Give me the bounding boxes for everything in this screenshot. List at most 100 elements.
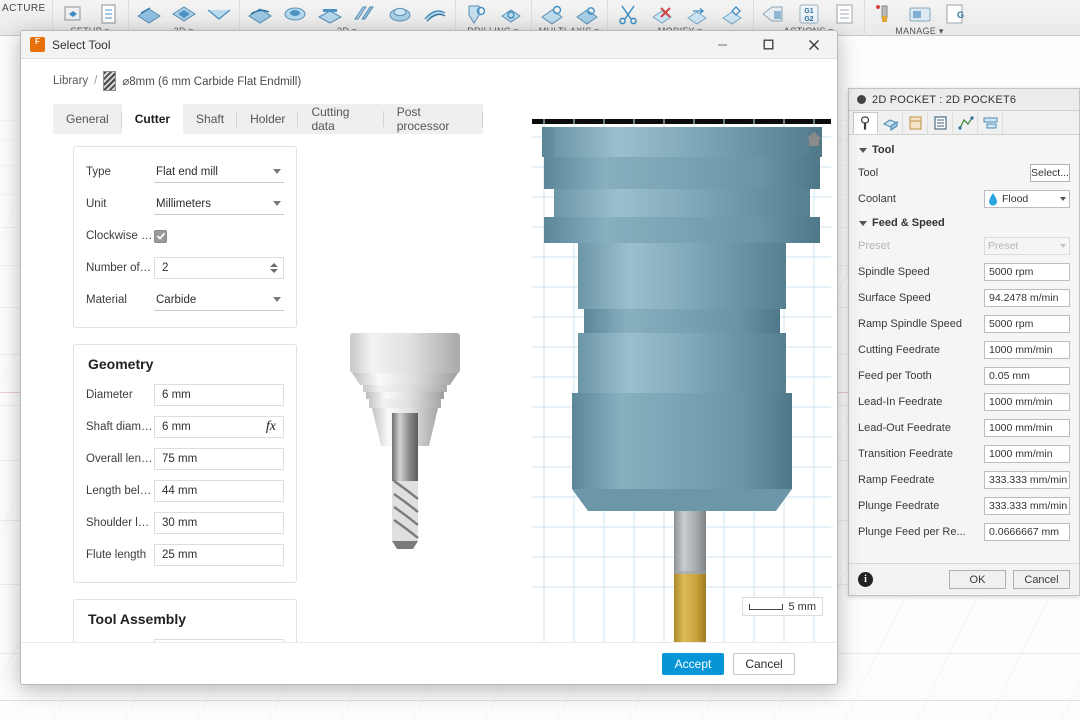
feed-row-value[interactable]: 5000 rpm	[984, 263, 1070, 281]
field-input[interactable]: 106.8396 mm fx	[154, 639, 284, 642]
material-select[interactable]: Carbide	[154, 290, 284, 311]
tab-heights[interactable]	[903, 111, 928, 134]
tab-general[interactable]: General	[53, 104, 122, 134]
delete-icon[interactable]	[648, 2, 678, 26]
tool-section-header[interactable]: Tool	[849, 139, 1079, 160]
rows-row: Shoulder l… 30 mm	[86, 507, 284, 539]
scale-bar: 5 mm	[741, 597, 823, 616]
g-code-icon[interactable]: G1 G2	[794, 2, 824, 26]
dialog-cancel-button[interactable]: Cancel	[733, 652, 795, 675]
stepper-down-icon[interactable]	[270, 269, 278, 273]
tab-shaft[interactable]: Shaft	[183, 104, 238, 134]
field-input[interactable]: 25 mm	[154, 544, 284, 566]
field-value: 75 mm	[162, 453, 198, 465]
setup-sheet-icon[interactable]	[829, 2, 859, 26]
feed-row-value[interactable]: 0.0666667 mm	[984, 523, 1070, 541]
machine-library-icon[interactable]	[905, 2, 935, 26]
stepper-up-icon[interactable]	[270, 263, 278, 267]
scale-bar-label: 5 mm	[788, 600, 817, 613]
field-label: Overall len…	[86, 453, 153, 465]
minimize-button[interactable]	[699, 31, 745, 59]
operation-tab-strip	[849, 111, 1079, 135]
field-value: 25 mm	[162, 549, 198, 561]
pocket-3d-icon[interactable]	[280, 2, 310, 26]
unit-value: Millimeters	[156, 197, 211, 210]
preset-select[interactable]: Preset	[984, 237, 1070, 255]
heights-icon	[908, 115, 922, 130]
pocket-2d-icon[interactable]	[169, 2, 199, 26]
ok-button[interactable]: OK	[949, 570, 1006, 589]
operation-title-text: 2D POCKET : 2D POCKET6	[872, 93, 1017, 106]
home-icon[interactable]	[805, 131, 823, 147]
adaptive-3d-icon[interactable]	[245, 2, 275, 26]
field-input[interactable]: 6 mm	[154, 384, 284, 406]
simulate-icon[interactable]	[759, 2, 789, 26]
feed-row-value[interactable]: 1000 mm/min	[984, 419, 1070, 437]
field-input[interactable]: 6 mm fx	[154, 416, 284, 438]
rows-row: Diameter 6 mm	[86, 379, 284, 411]
arrow-icon[interactable]	[683, 2, 713, 26]
clockwise-checkbox[interactable]	[154, 229, 167, 243]
feed-row-value[interactable]: 1000 mm/min	[984, 445, 1070, 463]
tab-passes[interactable]	[928, 111, 953, 134]
type-select[interactable]: Flat end mill	[154, 162, 284, 183]
tool-3d-viewport[interactable]: -X 5 mm	[532, 119, 831, 642]
feed-row-value[interactable]: 0.05 mm	[984, 367, 1070, 385]
scallop-icon[interactable]	[385, 2, 415, 26]
rows-row: Shaft diam… 6 mm fx	[86, 411, 284, 443]
field-label: Shoulder l…	[86, 517, 150, 529]
spiral-icon[interactable]	[420, 2, 450, 26]
feed-row-value[interactable]: 333.333 mm/min	[984, 471, 1070, 489]
tool-select-button[interactable]: Select...	[1030, 164, 1070, 182]
face-icon[interactable]	[134, 2, 164, 26]
multiaxis-contour-icon[interactable]	[572, 2, 602, 26]
swarf-icon[interactable]	[537, 2, 567, 26]
close-button[interactable]	[791, 31, 837, 59]
feed-row-label: Surface Speed	[858, 292, 931, 304]
setup-icon[interactable]	[58, 2, 88, 26]
formula-icon[interactable]: fx	[266, 419, 276, 435]
tab-manual-ncs[interactable]	[978, 111, 1003, 134]
breadcrumb-library[interactable]: Library	[53, 75, 88, 87]
feed-row-value[interactable]: 5000 rpm	[984, 315, 1070, 333]
post-library-icon[interactable]: G	[940, 2, 970, 26]
tab-cutter[interactable]: Cutter	[121, 104, 184, 134]
tab-geometry[interactable]	[878, 111, 903, 134]
feed-row-value[interactable]: 1000 mm/min	[984, 393, 1070, 411]
feed-row-value[interactable]: 1000 mm/min	[984, 341, 1070, 359]
horizontal-icon[interactable]	[315, 2, 345, 26]
tab-post-processor[interactable]: Post processor	[384, 104, 483, 134]
info-icon[interactable]: i	[858, 572, 873, 587]
ribbon-tab-manufacture[interactable]: ACTURE	[0, 0, 52, 14]
unit-select[interactable]: Millimeters	[154, 194, 284, 215]
check-icon	[156, 232, 165, 240]
flutes-stepper[interactable]: 2	[154, 257, 284, 279]
feed-section-header[interactable]: Feed & Speed	[849, 212, 1079, 233]
parallel-icon[interactable]	[350, 2, 380, 26]
field-input[interactable]: 30 mm	[154, 512, 284, 534]
feed-row-value[interactable]: 333.333 mm/min	[984, 497, 1070, 515]
accept-button[interactable]: Accept	[662, 652, 724, 675]
tool-library-icon[interactable]	[870, 2, 900, 26]
setup-list-icon[interactable]	[93, 2, 123, 26]
contour-2d-icon[interactable]	[204, 2, 234, 26]
maximize-button[interactable]	[745, 31, 791, 59]
diamond-icon[interactable]	[718, 2, 748, 26]
field-input[interactable]: 75 mm	[154, 448, 284, 470]
tab-linking[interactable]	[953, 111, 978, 134]
tab-label: General	[66, 112, 109, 126]
feed-row-value[interactable]: 94.2478 m/min	[984, 289, 1070, 307]
cancel-button[interactable]: Cancel	[1013, 570, 1070, 589]
tab-label: Holder	[250, 112, 286, 126]
ribbon-group-label[interactable]: MANAGE ▾	[895, 27, 943, 36]
tab-tool[interactable]	[853, 111, 878, 134]
coolant-select[interactable]: Flood	[984, 190, 1070, 208]
dialog-tab-strip: General Cutter Shaft Holder Cutting data…	[53, 104, 483, 134]
svg-text:G2: G2	[804, 16, 813, 23]
bore-icon[interactable]	[496, 2, 526, 26]
field-input[interactable]: 44 mm	[154, 480, 284, 502]
tab-holder[interactable]: Holder	[237, 104, 299, 134]
tab-cutting-data[interactable]: Cutting data	[298, 104, 384, 134]
drill-icon[interactable]	[461, 2, 491, 26]
scissors-icon[interactable]	[613, 2, 643, 26]
